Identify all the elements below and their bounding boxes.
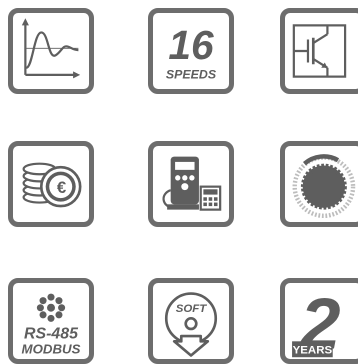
- fuel-pump-meter-icon: [162, 156, 222, 211]
- rs485-modbus-icon: RS-485 MODBUS: [22, 293, 81, 357]
- gear-dial-icon: [292, 154, 356, 219]
- step-response-graph-icon: [21, 18, 81, 79]
- soft-label: SOFT: [176, 303, 208, 315]
- speeds-number: 16: [168, 22, 214, 68]
- step-response-tile: [8, 8, 94, 94]
- speeds-tile: 16 SPEEDS: [148, 8, 234, 94]
- euro-coins-icon: €: [22, 162, 82, 208]
- igbt-tile: [280, 8, 358, 94]
- soft-download-icon: SOFT: [164, 292, 218, 357]
- speeds-badge-icon: 16 SPEEDS: [166, 22, 217, 81]
- fuel-pump-tile: [148, 141, 234, 227]
- coins-tile: €: [8, 141, 94, 227]
- rs485-label: RS-485: [24, 326, 79, 343]
- dial-tile: [280, 141, 358, 227]
- igbt-transistor-icon: [292, 24, 347, 78]
- two-years-warranty-icon: 2 YEARS: [292, 283, 340, 359]
- soft-tile: SOFT: [148, 278, 234, 364]
- modbus-label: MODBUS: [22, 342, 81, 357]
- modbus-tile: RS-485 MODBUS: [8, 278, 94, 364]
- svg-text:€: €: [57, 178, 67, 197]
- warranty-tile: 2 YEARS: [280, 278, 358, 364]
- years-label: YEARS: [293, 345, 333, 357]
- speeds-caption: SPEEDS: [166, 67, 217, 81]
